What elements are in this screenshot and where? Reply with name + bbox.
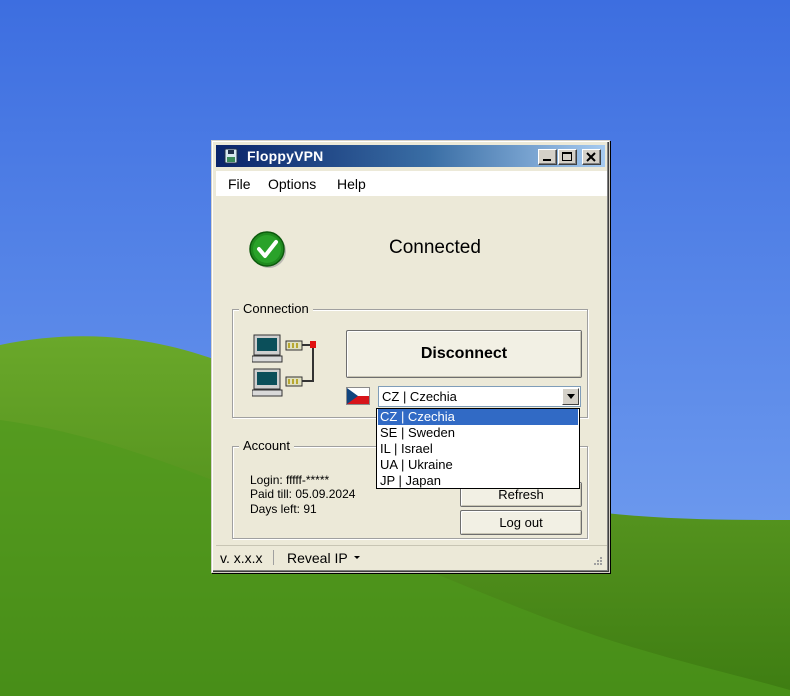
statusbar-divider [273, 550, 274, 565]
connection-group-label: Connection [239, 301, 313, 316]
reveal-ip-button[interactable]: Reveal IP [287, 550, 348, 566]
server-option-ua[interactable]: UA | Ukraine [378, 457, 578, 473]
version-text: v. x.x.x [220, 550, 263, 566]
server-select-value: CZ | Czechia [382, 389, 457, 404]
days-left-text: Days left: 91 [250, 502, 317, 516]
menu-help[interactable]: Help [337, 176, 366, 192]
czech-flag-icon [346, 387, 370, 405]
login-text: Login: fffff-***** [250, 473, 330, 487]
network-computers-icon [252, 334, 316, 397]
minimize-icon [543, 159, 551, 161]
logout-button[interactable]: Log out [460, 510, 582, 535]
server-dropdown-list: CZ | Czechia SE | Sweden IL | Israel UA … [376, 408, 580, 489]
resize-grip-icon[interactable] [592, 555, 603, 566]
window-title: FloppyVPN [247, 148, 324, 164]
server-select[interactable]: CZ | Czechia [378, 386, 581, 407]
connection-status: Connected [216, 197, 607, 287]
chevron-down-icon [567, 394, 575, 399]
maximize-icon [562, 152, 572, 161]
status-bar: v. x.x.x Reveal IP [216, 545, 607, 569]
connection-group: Connection Disconnect CZ | Czechia [232, 301, 588, 418]
floppy-icon [224, 148, 238, 164]
close-icon [586, 152, 596, 162]
status-text: Connected [389, 237, 481, 258]
caret-down-icon[interactable] [354, 556, 361, 560]
menu-bar: File Options Help [216, 171, 607, 196]
server-select-arrow[interactable] [562, 388, 579, 405]
account-group-label: Account [239, 438, 294, 453]
close-button[interactable] [582, 149, 601, 165]
paid-till-text: Paid till: 05.09.2024 [250, 487, 356, 501]
server-option-se[interactable]: SE | Sweden [378, 425, 578, 441]
check-circle-icon [249, 231, 286, 268]
menu-file[interactable]: File [228, 176, 251, 192]
server-option-il[interactable]: IL | Israel [378, 441, 578, 457]
maximize-button[interactable] [558, 149, 577, 165]
floppyvpn-window: FloppyVPN File Options Help Connected Co… [211, 140, 610, 573]
minimize-button[interactable] [538, 149, 557, 165]
server-option-cz[interactable]: CZ | Czechia [378, 409, 578, 425]
title-bar[interactable]: FloppyVPN [216, 145, 605, 167]
disconnect-button[interactable]: Disconnect [346, 330, 582, 378]
menu-options[interactable]: Options [268, 176, 316, 192]
server-option-jp[interactable]: JP | Japan [378, 473, 578, 489]
